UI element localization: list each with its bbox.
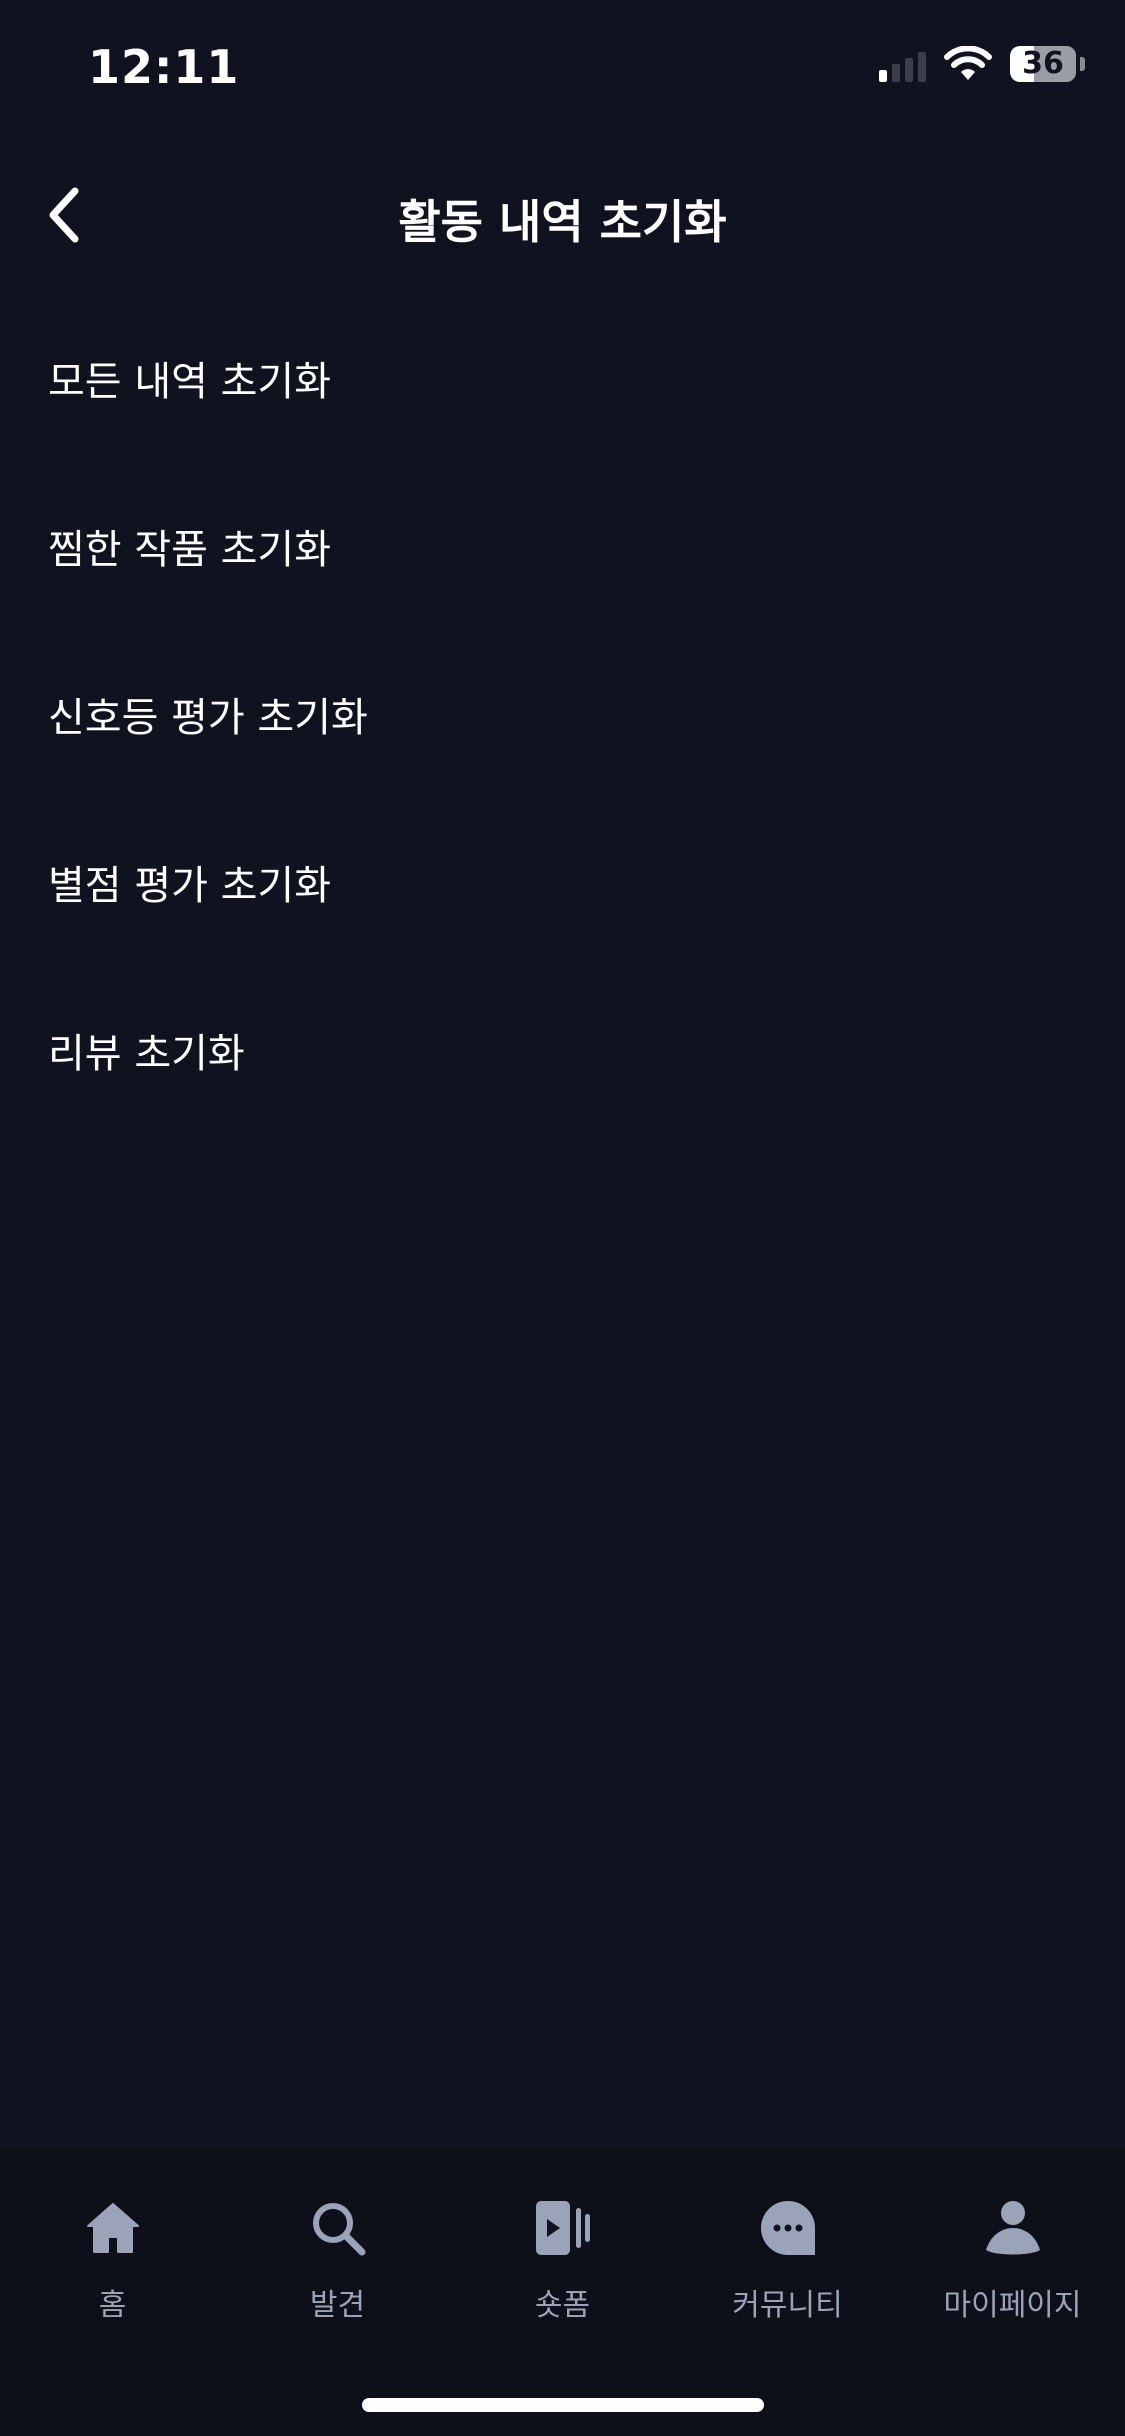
home-icon [81, 2196, 145, 2260]
tab-shortform-label: 숏폼 [534, 2288, 591, 2323]
status-time: 12:11 [88, 40, 240, 94]
tab-home[interactable]: 홈 [0, 2150, 225, 2350]
short-video-icon [531, 2196, 595, 2260]
search-icon [306, 2196, 370, 2260]
reset-wishlist-item[interactable]: 찜한 작품 초기화 [0, 462, 1125, 630]
home-indicator [362, 2398, 764, 2412]
battery-tip [1080, 57, 1085, 71]
nav-header: 활동 내역 초기화 [0, 160, 1125, 270]
tab-home-label: 홈 [98, 2288, 127, 2323]
page-title: 활동 내역 초기화 [398, 195, 727, 249]
reset-star-rating-item[interactable]: 별점 평가 초기화 [0, 798, 1125, 966]
tab-community-label: 커뮤니티 [732, 2288, 843, 2323]
tab-community[interactable]: 커뮤니티 [675, 2150, 900, 2350]
tab-discover-label: 발견 [309, 2288, 366, 2323]
tab-shortform[interactable]: 숏폼 [450, 2150, 675, 2350]
wifi-icon [944, 46, 992, 80]
tab-bar: 홈 발견 숏폼 커뮤니티 마이페이지 [0, 2150, 1125, 2436]
cellular-signal-icon [879, 46, 926, 82]
chat-bubble-icon [756, 2196, 820, 2260]
reset-traffic-light-rating-item[interactable]: 신호등 평가 초기화 [0, 630, 1125, 798]
tab-discover[interactable]: 발견 [225, 2150, 450, 2350]
battery-icon: 36 [1010, 46, 1076, 82]
status-indicators: 36 [879, 46, 1085, 82]
person-icon [981, 2196, 1045, 2260]
battery-level: 36 [1022, 46, 1064, 81]
reset-reviews-item[interactable]: 리뷰 초기화 [0, 966, 1125, 1134]
tab-mypage[interactable]: 마이페이지 [900, 2150, 1125, 2350]
reset-all-history-item[interactable]: 모든 내역 초기화 [0, 294, 1125, 462]
reset-options-list: 모든 내역 초기화 찜한 작품 초기화 신호등 평가 초기화 별점 평가 초기화… [0, 294, 1125, 1134]
tab-mypage-label: 마이페이지 [943, 2288, 1082, 2323]
status-bar: 12:11 36 [0, 0, 1125, 140]
